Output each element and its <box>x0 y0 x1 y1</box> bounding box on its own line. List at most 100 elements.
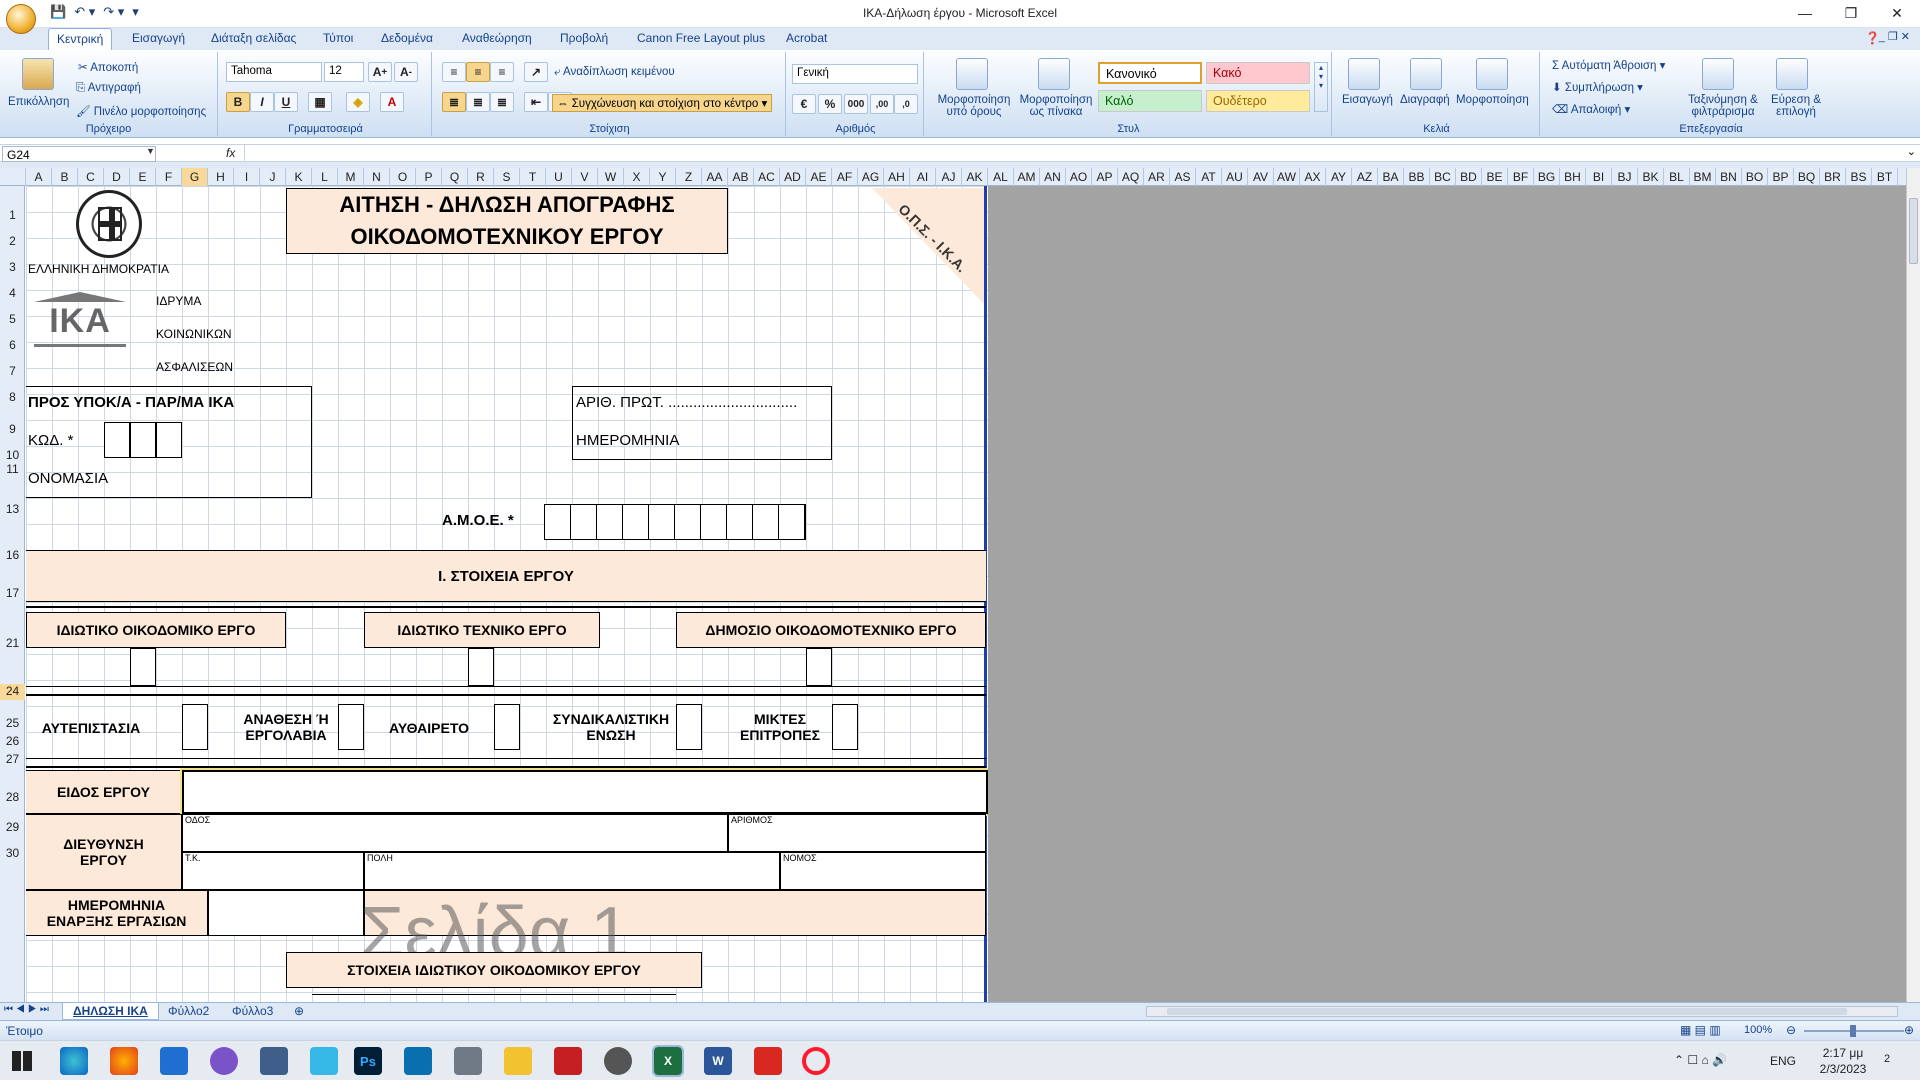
delete-cells-icon[interactable] <box>1410 58 1442 90</box>
column-header[interactable]: AU <box>1222 168 1248 186</box>
column-header[interactable]: D <box>104 168 130 186</box>
conditional-format-button[interactable]: Μορφοποίηση υπό όρους <box>932 94 1016 118</box>
align-middle-icon[interactable]: ≡ <box>466 62 490 82</box>
column-header[interactable]: AF <box>832 168 858 186</box>
fill-button[interactable]: ⬇ Συμπλήρωση ▾ <box>1552 80 1643 94</box>
calculator-icon[interactable] <box>454 1047 482 1075</box>
code-box-3[interactable] <box>156 422 182 458</box>
tab-canon[interactable]: Canon Free Layout plus <box>637 31 765 45</box>
column-header[interactable]: AJ <box>936 168 962 186</box>
type-public-checkbox[interactable] <box>806 648 832 686</box>
zoom-slider-thumb[interactable] <box>1850 1025 1856 1037</box>
row-header[interactable]: 29 <box>0 820 25 834</box>
minimize-icon[interactable]: — <box>1782 0 1828 26</box>
fx-icon[interactable]: fx <box>226 146 235 160</box>
column-header[interactable]: BB <box>1404 168 1430 186</box>
formula-input[interactable] <box>244 145 1904 162</box>
firefox-icon[interactable] <box>110 1047 138 1075</box>
style-neutral[interactable]: Ουδέτερο <box>1206 90 1310 112</box>
column-header[interactable]: AY <box>1326 168 1352 186</box>
column-header[interactable]: V <box>572 168 598 186</box>
decrease-indent-icon[interactable]: ⇤ <box>524 92 548 112</box>
acrobat-icon[interactable] <box>554 1047 582 1075</box>
align-top-icon[interactable]: ≡ <box>442 62 466 82</box>
number-format-combo[interactable]: Γενική <box>792 64 918 84</box>
column-header[interactable]: BJ <box>1612 168 1638 186</box>
close-icon[interactable]: ✕ <box>1874 0 1920 26</box>
pdf-icon[interactable] <box>754 1047 782 1075</box>
grow-font-icon[interactable]: A + <box>368 62 392 82</box>
photoshop-icon[interactable]: Ps <box>354 1047 382 1075</box>
column-header[interactable]: BQ <box>1794 168 1820 186</box>
column-header[interactable]: BL <box>1664 168 1690 186</box>
app-icon-3[interactable] <box>404 1047 432 1075</box>
insert-cells-button[interactable]: Εισαγωγή <box>1342 94 1393 106</box>
excel-icon[interactable]: X <box>652 1045 684 1077</box>
expand-formula-icon[interactable]: ⌄ <box>1907 145 1916 158</box>
column-header[interactable]: B <box>52 168 78 186</box>
tab-page-layout[interactable]: Διάταξη σελίδας <box>211 31 296 45</box>
style-bad[interactable]: Κακό <box>1206 62 1310 84</box>
merge-center-button[interactable]: ⇔ Συγχώνευση και στοίχιση στο κέντρο ▾ <box>552 94 773 112</box>
style-good[interactable]: Καλό <box>1098 90 1202 112</box>
start-icon[interactable] <box>12 1051 32 1071</box>
row-header[interactable]: 4 <box>0 286 25 300</box>
row-header[interactable]: 30 <box>0 846 25 860</box>
column-header[interactable]: BD <box>1456 168 1482 186</box>
column-header[interactable]: C <box>78 168 104 186</box>
column-header[interactable]: J <box>260 168 286 186</box>
tab-insert[interactable]: Εισαγωγή <box>132 31 185 45</box>
column-header[interactable]: R <box>468 168 494 186</box>
currency-icon[interactable]: € <box>792 94 816 114</box>
column-header[interactable]: I <box>234 168 260 186</box>
column-header[interactable]: L <box>312 168 338 186</box>
viber-icon[interactable] <box>210 1047 238 1075</box>
column-header[interactable]: BR <box>1820 168 1846 186</box>
clock[interactable]: 2:17 μμ 2/3/2023 <box>1808 1045 1878 1077</box>
notifications-badge[interactable]: 2 <box>1884 1053 1890 1065</box>
tab-review[interactable]: Αναθεώρηση <box>462 31 532 45</box>
column-header[interactable]: BM <box>1690 168 1716 186</box>
row-header[interactable]: 21 <box>0 636 25 650</box>
align-left-icon[interactable]: ≣ <box>442 92 466 112</box>
column-header[interactable]: AB <box>728 168 754 186</box>
row-header[interactable]: 25 <box>0 716 25 730</box>
column-header[interactable]: BS <box>1846 168 1872 186</box>
row-header[interactable]: 3 <box>0 260 25 274</box>
column-header[interactable]: M <box>338 168 364 186</box>
view-buttons[interactable]: ▦ ▤ ▥ <box>1680 1023 1721 1037</box>
column-header[interactable]: H <box>208 168 234 186</box>
worksheet-grid[interactable]: ΕΛΛΗΝΙΚΗ ΔΗΜΟΚΡΑΤΙΑ ΙΚΑ ΙΔΡΥΜΑ ΚΟΙΝΩΝΙΚΩ… <box>26 186 988 1002</box>
row-header[interactable]: 27 <box>0 752 25 766</box>
app-icon-4[interactable] <box>604 1047 632 1075</box>
row-header[interactable]: 2 <box>0 234 25 248</box>
style-normal[interactable]: Κανονικό <box>1098 62 1202 84</box>
sheet-tab-active[interactable]: ΔΗΛΩΣΗ ΙΚΑ <box>62 1003 159 1020</box>
tab-home[interactable]: Κεντρική <box>48 28 113 50</box>
column-header[interactable]: Y <box>650 168 676 186</box>
name-box-dropdown-icon[interactable]: ▼ <box>146 146 155 156</box>
column-header[interactable]: AP <box>1092 168 1118 186</box>
store-icon[interactable] <box>160 1047 188 1075</box>
column-header[interactable]: S <box>494 168 520 186</box>
percent-icon[interactable]: % <box>818 94 842 114</box>
zoom-level[interactable]: 100% <box>1744 1024 1772 1036</box>
column-header[interactable]: AM <box>1014 168 1040 186</box>
column-header[interactable]: BC <box>1430 168 1456 186</box>
row-header[interactable]: 7 <box>0 364 25 378</box>
code-box-1[interactable] <box>104 422 130 458</box>
column-header[interactable]: BT <box>1872 168 1898 186</box>
column-header[interactable]: AX <box>1300 168 1326 186</box>
font-name-combo[interactable]: Tahoma <box>226 62 322 82</box>
comma-style-icon[interactable]: 000 <box>844 94 868 114</box>
opt-union-checkbox[interactable] <box>676 704 702 750</box>
row-header[interactable]: 8 <box>0 390 25 404</box>
column-header[interactable]: BH <box>1560 168 1586 186</box>
street-number-field[interactable]: ΑΡΙΘΜΟΣ <box>728 814 986 852</box>
column-header[interactable]: BE <box>1482 168 1508 186</box>
edge-icon[interactable] <box>60 1047 88 1075</box>
column-header[interactable]: BA <box>1378 168 1404 186</box>
italic-icon[interactable]: I <box>250 92 274 112</box>
row-header[interactable]: 28 <box>0 790 25 804</box>
underline-icon[interactable]: U <box>274 92 298 112</box>
